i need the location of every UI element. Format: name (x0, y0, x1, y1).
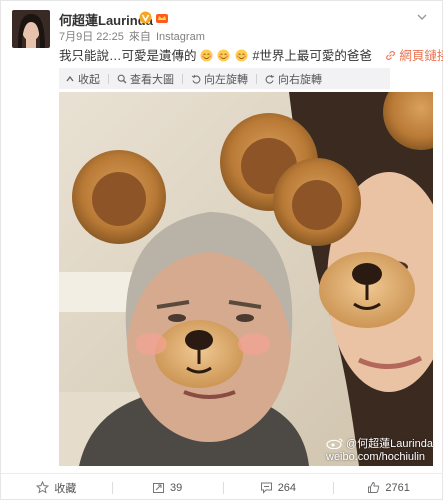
rotate-right-button[interactable]: 向右旋轉 (265, 71, 322, 87)
like-count: 2761 (385, 481, 410, 494)
vip-crown-icon[interactable] (155, 11, 169, 24)
link-icon (386, 51, 396, 60)
toolbar-divider (256, 73, 257, 84)
verified-v-icon (139, 11, 152, 24)
image-toolbar: 收起 查看大圖 向左旋轉 向右旋轉 (59, 68, 390, 89)
rotate-right-icon (265, 74, 275, 84)
rotate-left-label: 向左旋轉 (204, 73, 248, 86)
favorite-button[interactable]: 收藏 (1, 474, 112, 500)
collapse-label: 收起 (78, 73, 100, 86)
rotate-left-icon (191, 74, 201, 84)
weibo-post-card: 何超蓮Laurinda 7月9日 22:25 來自 Instagram 我只能說… (0, 0, 443, 500)
post-date[interactable]: 7月9日 22:25 (59, 31, 124, 43)
watermark-url: weibo.com/hochiulin (326, 451, 426, 463)
source-prefix: 來自 (128, 31, 151, 43)
blush-emoji-icon (217, 49, 230, 62)
photo-watermark: @何超蓮Laurinda weibo.com/hochiulin (326, 437, 433, 464)
star-icon (36, 481, 50, 494)
post-body: 我只能說…可愛是遺傳的 (59, 49, 197, 63)
weibo-logo-icon (326, 438, 343, 449)
comment-button[interactable]: 264 (222, 474, 334, 500)
comment-count: 264 (277, 481, 297, 494)
thumbs-up-icon (368, 481, 380, 493)
post-photo[interactable] (59, 92, 433, 466)
rotate-left-button[interactable]: 向左旋轉 (191, 71, 248, 87)
post-meta: 7月9日 22:25 來自 Instagram (59, 28, 207, 44)
chevron-down-icon[interactable] (415, 10, 429, 24)
view-large-button[interactable]: 查看大圖 (117, 71, 174, 87)
collapse-arrow-icon (66, 75, 74, 81)
view-large-label: 查看大圖 (130, 73, 174, 86)
like-button[interactable]: 2761 (333, 474, 443, 500)
web-link[interactable]: 網頁鏈接 (385, 49, 443, 63)
post-source[interactable]: Instagram (156, 31, 205, 43)
watermark-handle: @何超蓮Laurinda (346, 438, 433, 450)
blush-emoji-icon (200, 49, 213, 62)
blush-emoji-icon (235, 49, 248, 62)
toolbar-divider (182, 73, 183, 84)
favorite-label: 收藏 (54, 482, 77, 495)
avatar[interactable] (12, 10, 50, 48)
magnify-icon (117, 74, 127, 83)
toolbar-divider (108, 73, 109, 84)
repost-icon (153, 483, 164, 493)
collapse-button[interactable]: 收起 (65, 71, 100, 87)
comment-icon (260, 482, 272, 494)
web-link-label: 網頁鏈接 (399, 49, 443, 63)
rotate-right-label: 向右旋轉 (278, 73, 322, 86)
repost-button[interactable]: 39 (111, 474, 223, 500)
action-bar: 收藏 39 264 2761 (1, 473, 443, 500)
post-text: 我只能說…可愛是遺傳的 #世界上最可愛的爸爸 網頁鏈接 (59, 45, 443, 64)
repost-count: 39 (170, 481, 183, 494)
topic-hashtag[interactable]: #世界上最可愛的爸爸 (252, 49, 371, 63)
